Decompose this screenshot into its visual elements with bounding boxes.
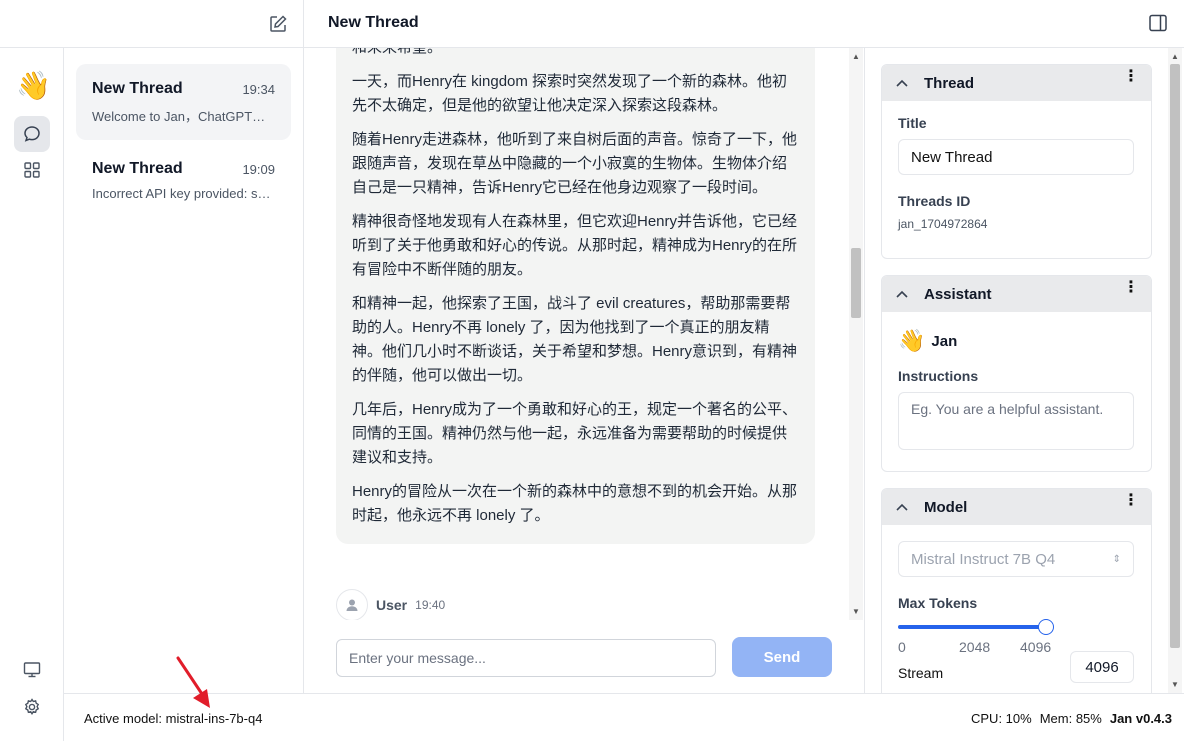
system-stats: CPU: 10% Mem: 85% Jan v0.4.3 xyxy=(971,711,1172,726)
cpu-usage: CPU: 10% xyxy=(971,711,1032,726)
slider-tick-min: 0 xyxy=(898,639,906,655)
rail-item-hub[interactable] xyxy=(14,152,50,188)
toggle-right-panel-button[interactable] xyxy=(1148,13,1168,33)
model-card-body: Mistral Instruct 7B Q4 ⇕ Max Tokens 0 20… xyxy=(882,525,1151,693)
rail-item-chat[interactable] xyxy=(14,116,50,152)
user-name: User xyxy=(376,597,408,613)
user-message-header: User 19:40 xyxy=(336,589,445,620)
instructions-label: Instructions xyxy=(898,368,979,384)
assistant-card-header[interactable]: Assistant ⋮ xyxy=(882,276,1151,312)
app-logo: 👋 xyxy=(16,70,51,101)
top-bar-left xyxy=(0,0,304,48)
max-tokens-slider[interactable]: 0 2048 4096 xyxy=(898,617,1058,657)
more-vertical-icon[interactable]: ⋮ xyxy=(1123,69,1139,85)
threads-id-label: Threads ID xyxy=(898,193,971,209)
right-panel: Thread ⋮ Title Threads ID jan_1704972864… xyxy=(864,48,1184,693)
slider-tick-max: 4096 xyxy=(1020,639,1052,655)
chevron-up-icon[interactable] xyxy=(896,500,912,514)
chevron-up-icon[interactable] xyxy=(896,76,912,90)
assistant-name: Jan xyxy=(931,332,958,350)
avatar xyxy=(336,589,368,620)
slider-tick-mid: 2048 xyxy=(959,639,991,655)
right-panel-scroll-thumb[interactable] xyxy=(1170,64,1180,648)
thread-title-input[interactable] xyxy=(898,139,1134,175)
title-label: Title xyxy=(898,115,927,131)
slider-handle[interactable] xyxy=(1038,619,1054,635)
top-bar: New Thread xyxy=(0,0,1184,48)
monitor-icon xyxy=(23,662,41,678)
instructions-textarea[interactable] xyxy=(898,392,1134,450)
assistant-identity: 👋 Jan xyxy=(898,328,1135,354)
message-paragraph: 精神很奇怪地发现有人在森林里，但它欢迎Henry并告诉他，它已经听到了关于他勇敢… xyxy=(352,213,798,278)
user-message-time: 19:40 xyxy=(415,598,446,612)
thread-card-header[interactable]: Thread ⋮ xyxy=(882,65,1151,101)
max-tokens-input[interactable]: 4096 xyxy=(1070,651,1134,683)
new-thread-button[interactable] xyxy=(266,12,290,36)
max-tokens-label: Max Tokens xyxy=(898,595,978,611)
more-vertical-icon[interactable]: ⋮ xyxy=(1123,280,1139,296)
message-paragraph: 和精神一起，他探索了王国，战斗了 evil creatures，帮助那需要帮助的… xyxy=(352,295,798,384)
assistant-card: Assistant ⋮ 👋 Jan Instructions xyxy=(881,275,1152,472)
model-card: Model ⋮ Mistral Instruct 7B Q4 ⇕ Max Tok… xyxy=(881,488,1152,693)
more-vertical-icon[interactable]: ⋮ xyxy=(1123,493,1139,509)
scroll-up-icon[interactable]: ▲ xyxy=(852,52,860,61)
send-button[interactable]: Send xyxy=(732,637,832,677)
assistant-card-body: 👋 Jan Instructions xyxy=(882,312,1151,471)
thread-item-time: 19:34 xyxy=(242,82,275,97)
message-paragraph: 随着Henry走进森林，他听到了来自树后面的声音。惊奇了一下，他跟随声音，发现在… xyxy=(352,131,798,196)
app-version: Jan v0.4.3 xyxy=(1109,711,1172,726)
scroll-up-icon[interactable]: ▲ xyxy=(1171,52,1179,61)
chevron-updown-icon: ⇕ xyxy=(1112,553,1121,565)
assistant-emoji: 👋 xyxy=(898,328,926,353)
model-select[interactable]: Mistral Instruct 7B Q4 ⇕ xyxy=(898,541,1134,577)
chevron-up-icon[interactable] xyxy=(896,287,912,301)
message-paragraph: 一天，而Henry在 kingdom 探索时突然发现了一个新的森林。他初先不太确… xyxy=(352,73,788,114)
user-icon xyxy=(346,599,358,611)
grid-icon xyxy=(24,162,40,178)
app-window: New Thread 👋 New Thread 19:34 Welcome to… xyxy=(0,0,1184,741)
assistant-message: 和未来希望。 一天，而Henry在 kingdom 探索时突然发现了一个新的森林… xyxy=(336,48,815,544)
thread-card: Thread ⋮ Title Threads ID jan_1704972864 xyxy=(881,64,1152,259)
scroll-down-icon[interactable]: ▼ xyxy=(1171,680,1179,689)
thread-item-preview: Welcome to Jan，ChatGPT的替代品… xyxy=(92,109,272,124)
scroll-down-icon[interactable]: ▼ xyxy=(852,607,860,616)
rail-item-system-monitor[interactable] xyxy=(14,652,50,688)
assistant-card-title: Assistant xyxy=(924,285,992,303)
model-card-header[interactable]: Model ⋮ xyxy=(882,489,1151,525)
thread-item-preview: Incorrect API key provided: sk-… xyxy=(92,186,272,201)
active-model-status: Active model: mistral-ins-7b-q4 xyxy=(84,711,263,726)
message-paragraph: Henry的冒险从一次在一个新的森林中的意想不到的机会开始。从那时起，他永远不再… xyxy=(352,483,798,524)
chat-bubble-icon xyxy=(24,126,40,142)
rail-item-settings[interactable] xyxy=(14,689,50,725)
left-rail: 👋 xyxy=(0,48,64,741)
chat-scroll-thumb[interactable] xyxy=(851,248,861,318)
thread-item-time: 19:09 xyxy=(242,162,275,177)
sidebar-right-icon xyxy=(1149,14,1167,32)
message-paragraph: 和未来希望。 xyxy=(352,48,799,60)
model-card-title: Model xyxy=(924,498,968,516)
thread-card-title: Thread xyxy=(924,74,975,92)
message-input[interactable] xyxy=(336,639,716,677)
thread-item[interactable]: New Thread 19:09 Incorrect API key provi… xyxy=(76,144,291,220)
status-bar: Active model: mistral-ins-7b-q4 CPU: 10%… xyxy=(64,693,1184,741)
right-panel-scrollbar[interactable]: ▲ ▼ xyxy=(1168,48,1182,693)
threads-id-value: jan_1704972864 xyxy=(898,217,988,231)
thread-card-body: Title Threads ID jan_1704972864 xyxy=(882,101,1151,247)
page-title: New Thread xyxy=(328,14,419,31)
chat-scrollbar[interactable]: ▲ ▼ xyxy=(849,48,863,620)
gear-icon xyxy=(24,698,40,715)
memory-usage: Mem: 85% xyxy=(1039,711,1102,726)
message-paragraph: 几年后，Henry成为了一个勇敢和好心的王，规定一个著名的公平、同情的王国。精神… xyxy=(352,401,798,466)
compose-icon xyxy=(270,15,287,32)
slider-track xyxy=(898,625,1046,629)
model-select-value: Mistral Instruct 7B Q4 xyxy=(911,550,1056,568)
thread-list: New Thread 19:34 Welcome to Jan，ChatGPT的… xyxy=(64,48,304,693)
chat-area: 和未来希望。 一天，而Henry在 kingdom 探索时突然发现了一个新的森林… xyxy=(304,48,864,693)
message-list: 和未来希望。 一天，而Henry在 kingdom 探索时突然发现了一个新的森林… xyxy=(304,48,849,620)
thread-item[interactable]: New Thread 19:34 Welcome to Jan，ChatGPT的… xyxy=(76,64,291,140)
